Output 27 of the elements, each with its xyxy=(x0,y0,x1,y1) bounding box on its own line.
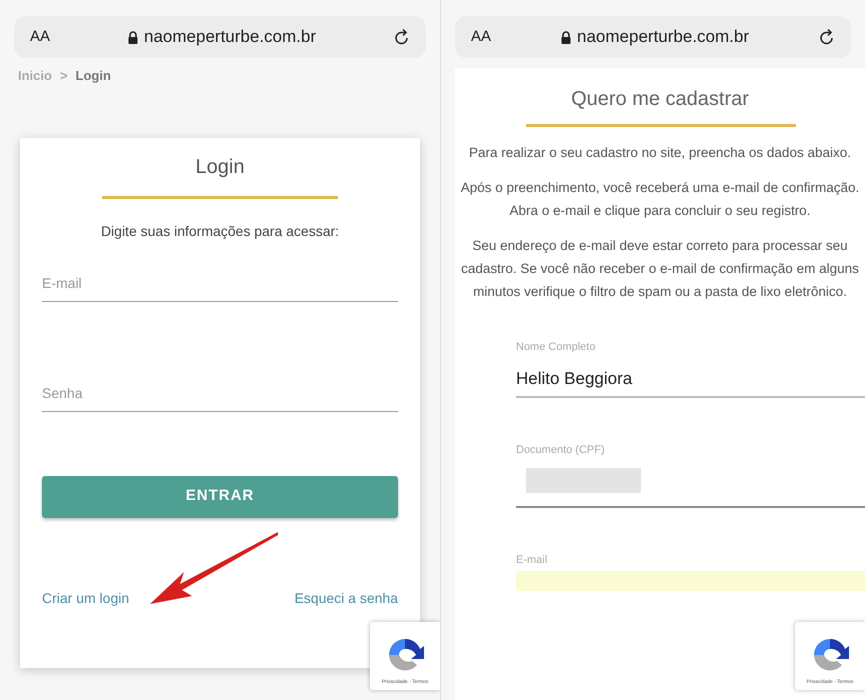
field-label: Nome Completo xyxy=(516,340,596,355)
field-label: E-mail xyxy=(516,553,548,568)
info-paragraph: Após o preenchimento, você receberá uma e-mail de confirmação. Abra o e-mail e clique para concluir o seu registro. xyxy=(460,179,860,220)
address-bar[interactable]: AA naomeperturbe.com.br xyxy=(455,16,851,58)
address-bar[interactable]: AA naomeperturbe.com.br xyxy=(14,16,426,58)
lock-icon xyxy=(561,30,572,44)
lock-icon xyxy=(128,30,138,44)
text-link[interactable]: Esqueci a senha xyxy=(294,588,398,608)
email-field[interactable] xyxy=(516,570,865,590)
input-field[interactable]: E-mail xyxy=(42,266,398,302)
info-paragraph: Seu endereço de e-mail deve estar correto para processar seu cadastro. Se você não receber o e-mail de confirmação em alguns minutos verifique o filtro de spam ou a pasta de lixo eletrônico. xyxy=(460,237,860,301)
intro-text: Digite suas informações para acessar: xyxy=(100,222,340,241)
reload-icon[interactable] xyxy=(394,28,410,46)
card-title: Quero me cadastrar xyxy=(570,87,750,112)
text-size-button[interactable]: AA xyxy=(471,26,492,48)
name-field[interactable]: Helito Beggiora xyxy=(516,366,865,398)
text-link[interactable]: Criar um login xyxy=(42,588,130,608)
text-size-button[interactable]: AA xyxy=(30,26,50,48)
cpf-field[interactable] xyxy=(516,468,865,508)
card-title: Login xyxy=(194,154,246,180)
input-field[interactable]: Senha xyxy=(42,376,398,412)
breadcrumb-item[interactable]: Login xyxy=(76,66,111,86)
field-label: Documento (CPF) xyxy=(516,442,606,458)
url-text: naomeperturbe.com.br xyxy=(144,26,316,48)
reload-icon[interactable] xyxy=(819,28,835,46)
info-paragraph: Para realizar o seu cadastro no site, preencha os dados abaixo. xyxy=(468,144,852,162)
url-text: naomeperturbe.com.br xyxy=(577,26,749,48)
